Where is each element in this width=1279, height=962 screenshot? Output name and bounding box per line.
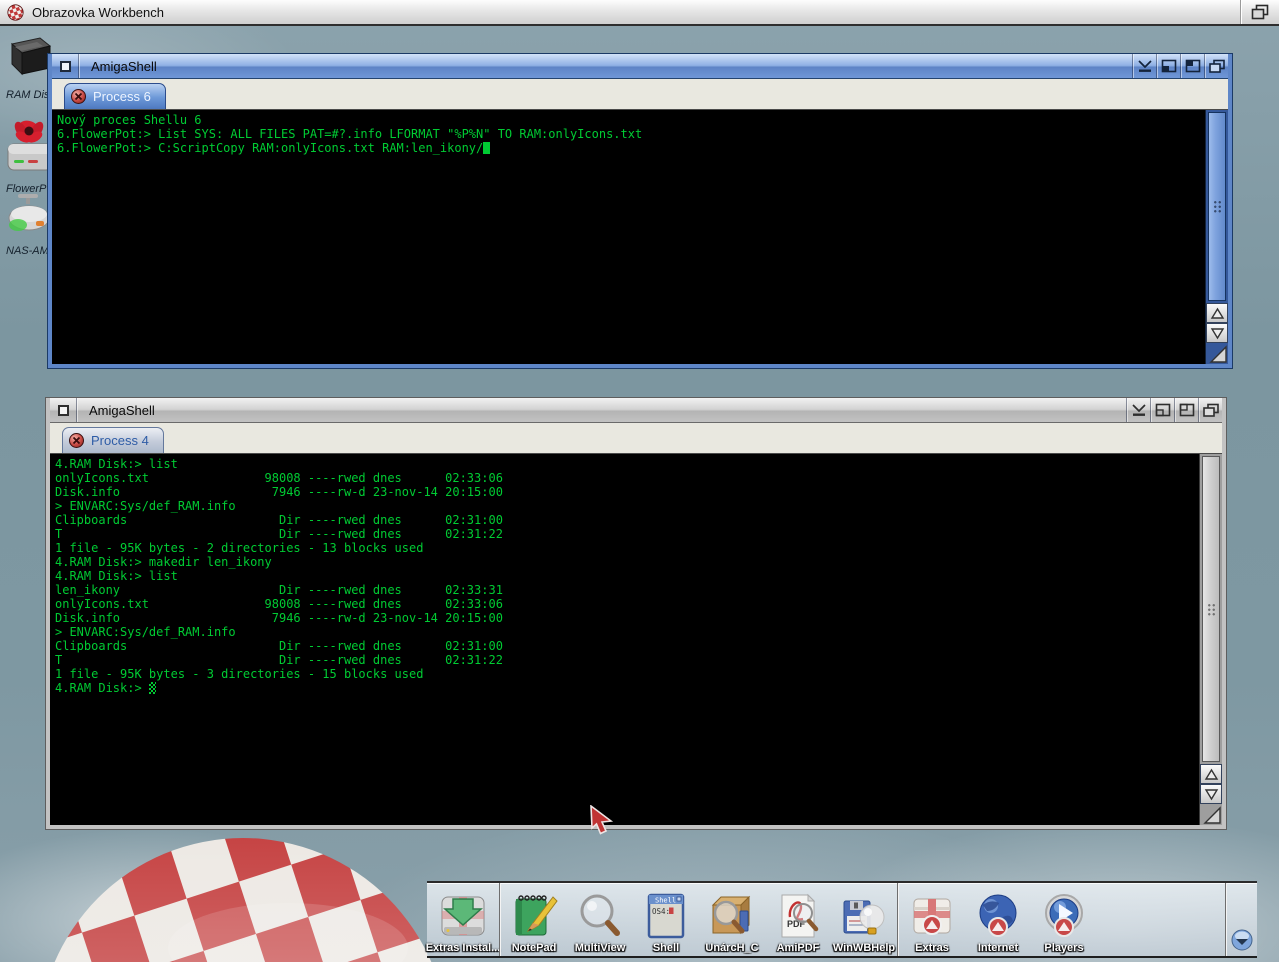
amiga-boing-icon <box>7 4 24 21</box>
zoom-gadget[interactable] <box>1180 54 1204 78</box>
ram-disk-icon <box>6 30 52 82</box>
close-gadget[interactable] <box>50 398 76 422</box>
shell-prompt-line: 6.FlowerPot:> C:ScriptCopy RAM:onlyIcons… <box>57 141 1205 155</box>
vertical-scrollbar[interactable] <box>1199 454 1222 825</box>
iconify-gadget[interactable] <box>1126 398 1150 422</box>
amidock: Extras Instal... NotePad MultiV <box>427 881 1257 958</box>
dock-item-winwbhelp[interactable]: WinWBHelp <box>831 883 897 956</box>
tab-process-6[interactable]: Process 6 <box>64 83 166 109</box>
mouse-pointer <box>589 805 615 835</box>
close-icon <box>58 405 69 416</box>
thumb-grip-icon <box>1207 603 1216 616</box>
scroll-up-button[interactable] <box>1200 764 1222 784</box>
depth-gadget[interactable] <box>1198 398 1222 422</box>
dock-item-label: Extras <box>915 942 949 954</box>
dock-item-notepad[interactable]: NotePad <box>501 883 567 956</box>
amigashell-window-1: AmigaShell Proce <box>48 54 1232 368</box>
dock-empty-area <box>1097 883 1225 956</box>
screen-title: Obrazovka Workbench <box>32 5 164 20</box>
dock-item-amipdf[interactable]: PDF AmiPDF <box>765 883 831 956</box>
titlebar-divider <box>76 398 77 422</box>
iconify-gadget[interactable] <box>1132 54 1156 78</box>
close-icon <box>60 61 71 72</box>
dock-item-label: Internet <box>978 942 1018 954</box>
window-titlebar[interactable]: AmigaShell <box>50 398 1222 423</box>
tab-close-icon[interactable] <box>71 89 86 104</box>
scroll-up-button[interactable] <box>1206 303 1228 323</box>
shell-output-text: Nový proces Shellu 6 6.FlowerPot:> List … <box>57 113 1205 141</box>
screen-titlebar[interactable]: Obrazovka Workbench <box>0 0 1279 26</box>
workbench-desktop: Obrazovka Workbench RAM Dis <box>0 0 1279 962</box>
chevron-down-icon <box>1230 928 1254 952</box>
shell-prompt: 6.FlowerPot:> C:ScriptCopy RAM:onlyIcons… <box>57 141 483 155</box>
shell-output[interactable]: Nový proces Shellu 6 6.FlowerPot:> List … <box>52 110 1205 364</box>
window-title: AmigaShell <box>89 403 155 418</box>
dock-item-label: Players <box>1044 942 1083 954</box>
text-cursor <box>149 682 156 694</box>
globe-icon <box>973 891 1023 941</box>
depth-gadget[interactable] <box>1204 54 1228 78</box>
shell-window-icon: Shell OS4: <box>641 891 691 941</box>
floppy-bulb-icon <box>839 891 889 941</box>
zoom-gadget[interactable] <box>1174 398 1198 422</box>
scrollbar-thumb[interactable] <box>1202 456 1220 762</box>
dock-item-multiview[interactable]: MultiView <box>567 883 633 956</box>
dock-item-internet[interactable]: Internet <box>965 883 1031 956</box>
vertical-scrollbar[interactable] <box>1205 110 1228 364</box>
resize-corner[interactable] <box>1200 804 1222 825</box>
archive-magnifier-icon <box>707 891 757 941</box>
amigashell-window-2: AmigaShell Proce <box>46 398 1226 829</box>
dock-item-shell[interactable]: Shell OS4: Shell <box>633 883 699 956</box>
scroll-down-button[interactable] <box>1206 323 1228 343</box>
dock-hide-button[interactable] <box>1227 883 1257 956</box>
text-cursor <box>483 142 490 154</box>
dock-item-label: AmiPDF <box>777 942 820 954</box>
flowerpot-drive-icon <box>6 116 52 176</box>
shell-prompt-line: 4.RAM Disk:> <box>55 681 1199 695</box>
titlebar-divider <box>78 54 79 78</box>
shell-output-text: 4.RAM Disk:> list onlyIcons.txt 98008 --… <box>55 457 1199 681</box>
tab-close-icon[interactable] <box>69 433 84 448</box>
dock-item-label: NotePad <box>512 942 557 954</box>
dock-item-unarc[interactable]: UnárcH_C <box>699 883 765 956</box>
shell-output[interactable]: 4.RAM Disk:> list onlyIcons.txt 98008 --… <box>50 454 1199 825</box>
svg-text:OS4:: OS4: <box>652 907 670 916</box>
tab-label: Process 6 <box>93 89 151 104</box>
screen-depth-gadget[interactable] <box>1241 0 1279 24</box>
dock-item-label: UnárcH_C <box>705 942 758 954</box>
shrink-gadget[interactable] <box>1156 54 1180 78</box>
thumb-grip-icon <box>1213 200 1222 213</box>
shell-prompt: 4.RAM Disk:> <box>55 681 149 695</box>
scrollbar-thumb[interactable] <box>1208 112 1226 301</box>
tab-label: Process 4 <box>91 433 149 448</box>
magnifier-icon <box>575 891 625 941</box>
dock-item-players[interactable]: Players <box>1031 883 1097 956</box>
giftbox-icon <box>907 891 957 941</box>
dock-item-label: Extras Instal... <box>426 942 501 954</box>
window-title: AmigaShell <box>91 59 157 74</box>
close-gadget[interactable] <box>52 54 78 78</box>
resize-corner[interactable] <box>1206 343 1228 364</box>
dock-item-label: Shell <box>653 942 679 954</box>
dock-item-label: WinWBHelp <box>833 942 895 954</box>
dock-item-extras[interactable]: Extras <box>899 883 965 956</box>
tab-bar: Process 6 <box>52 79 1228 110</box>
scroll-down-button[interactable] <box>1200 784 1222 804</box>
installer-drive-icon <box>438 891 488 941</box>
dock-item-extras-installer[interactable]: Extras Instal... <box>427 883 499 956</box>
notepad-icon <box>509 891 559 941</box>
nas-drive-icon <box>6 192 52 238</box>
pdf-document-icon: PDF <box>773 891 823 941</box>
tab-bar: Process 4 <box>50 423 1222 454</box>
dock-item-label: MultiView <box>575 942 626 954</box>
boing-ball-wallpaper <box>48 828 448 962</box>
window-titlebar[interactable]: AmigaShell <box>52 54 1228 79</box>
tab-process-4[interactable]: Process 4 <box>62 427 164 453</box>
shrink-gadget[interactable] <box>1150 398 1174 422</box>
play-button-icon <box>1039 891 1089 941</box>
svg-text:Shell: Shell <box>655 897 676 905</box>
